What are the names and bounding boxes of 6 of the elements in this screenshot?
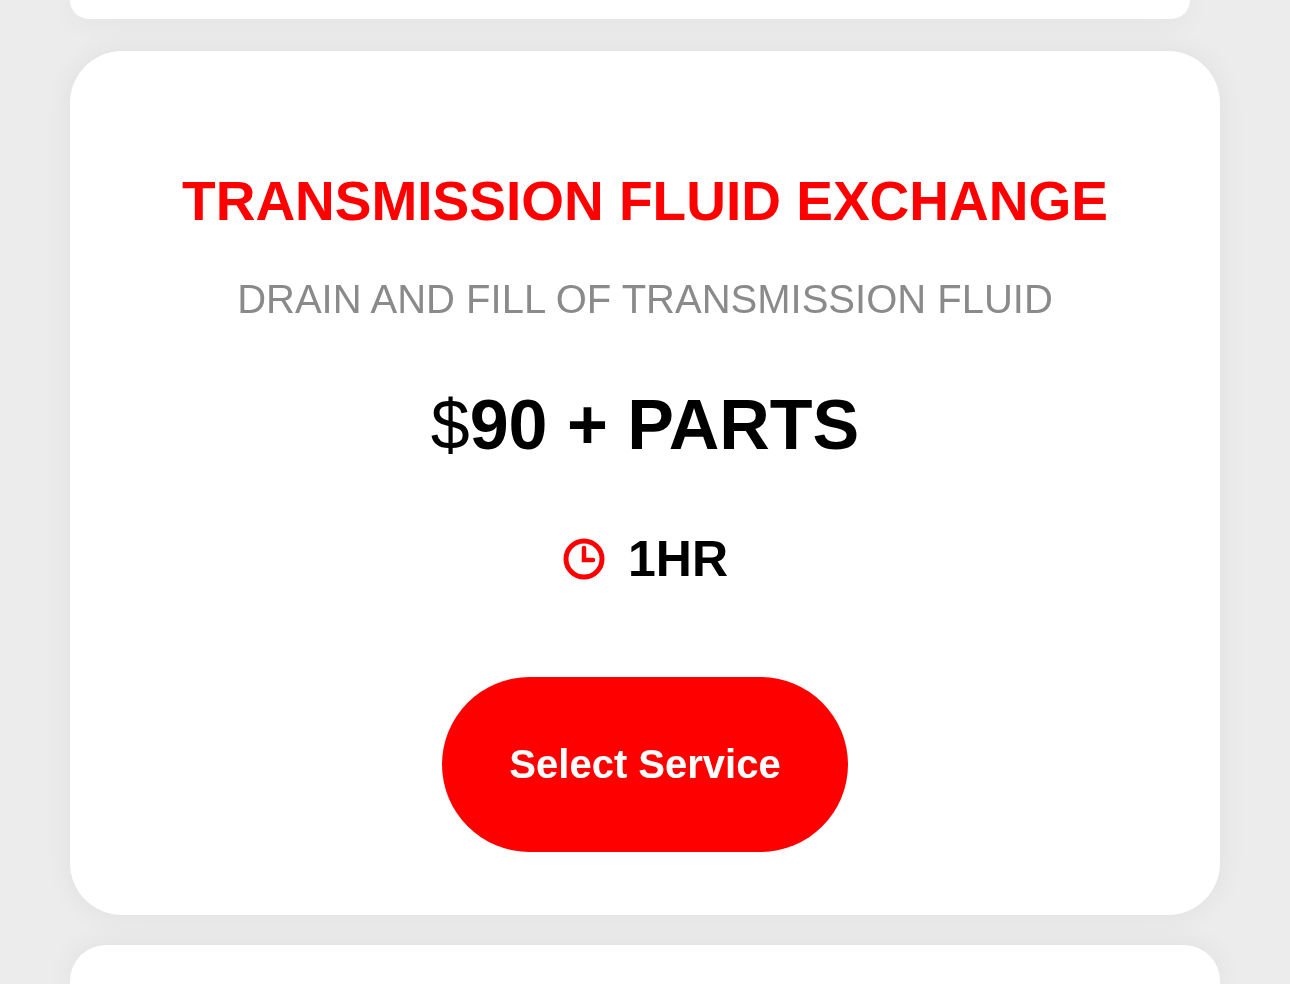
service-duration: 1HR: [628, 531, 728, 588]
clock-icon: [562, 537, 606, 582]
service-description: DRAIN AND FILL OF TRANSMISSION FLUID: [237, 276, 1053, 323]
service-title: TRANSMISSION FLUID EXCHANGE: [182, 171, 1108, 232]
service-price: $90 + PARTS: [430, 385, 860, 466]
select-service-button[interactable]: Select Service: [442, 677, 848, 853]
